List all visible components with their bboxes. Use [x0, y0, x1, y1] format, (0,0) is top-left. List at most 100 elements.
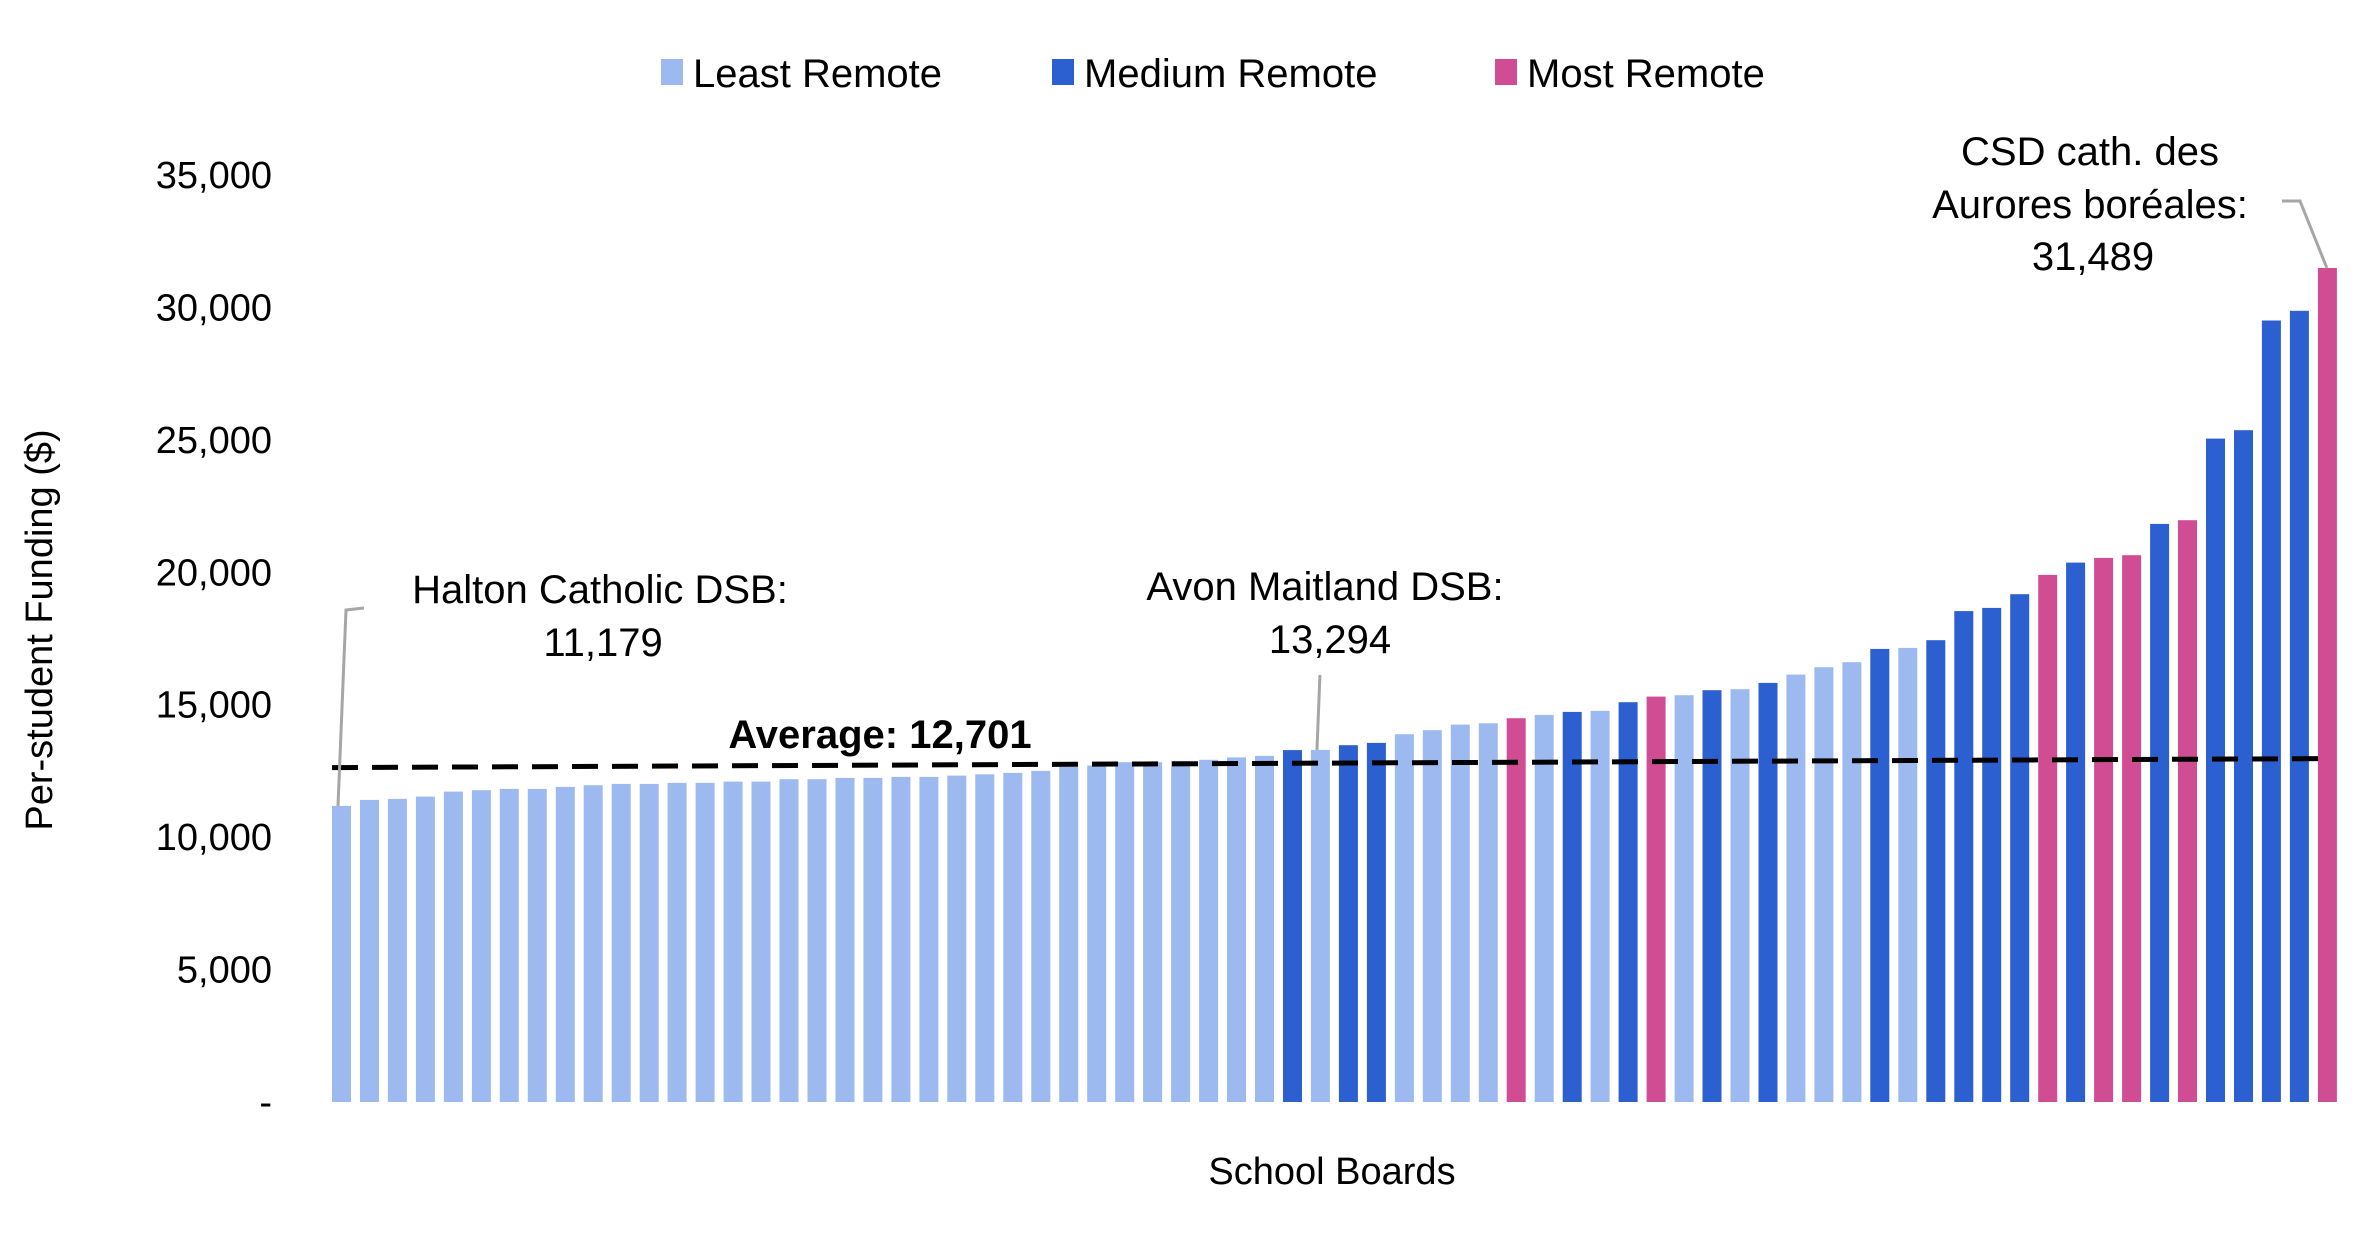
bar-least-remote — [1478, 723, 1498, 1102]
bar-least-remote — [1115, 762, 1135, 1102]
bar-least-remote — [947, 775, 967, 1102]
bar-least-remote — [1730, 689, 1750, 1102]
bar-least-remote — [1059, 766, 1079, 1102]
annotation-text: Aurores boréales: — [1932, 183, 2248, 227]
bar-least-remote — [751, 781, 771, 1102]
bar-least-remote — [1814, 667, 1834, 1102]
bar-least-remote — [360, 799, 379, 1102]
bar-least-remote — [527, 788, 547, 1102]
bar-least-remote — [499, 788, 519, 1102]
y-tick-label: 20,000 — [156, 552, 272, 594]
annotation-halton: Halton Catholic DSB: 11,179 — [336, 568, 788, 806]
bar-medium-remote — [1926, 640, 1946, 1102]
bar-least-remote — [1031, 770, 1051, 1102]
bar-least-remote — [555, 786, 575, 1102]
legend-item-least-remote: Least Remote — [661, 52, 942, 96]
annotation-value: 31,489 — [2032, 235, 2154, 279]
y-tick-label: 10,000 — [156, 817, 272, 859]
y-tick-label: 15,000 — [156, 685, 272, 727]
bar-most-remote — [2178, 520, 2197, 1102]
legend: Least Remote Medium Remote Most Remote — [661, 52, 1765, 96]
annotation-text: CSD cath. des — [1961, 130, 2219, 174]
bar-least-remote — [1450, 724, 1470, 1102]
bar-medium-remote — [1366, 742, 1386, 1102]
legend-label-least-remote: Least Remote — [693, 52, 942, 96]
legend-swatch-medium-remote — [1052, 59, 1074, 85]
bar-least-remote — [695, 782, 715, 1102]
y-tick-label: 30,000 — [156, 287, 272, 329]
bar-medium-remote — [1562, 711, 1582, 1102]
legend-label-most-remote: Most Remote — [1527, 52, 1765, 96]
annotation-value: 11,179 — [543, 621, 662, 665]
bar-medium-remote — [2206, 438, 2225, 1103]
bar-medium-remote — [2234, 430, 2253, 1102]
legend-label-medium-remote: Medium Remote — [1084, 52, 1377, 96]
annotation-avon: Avon Maitland DSB: 13,294 — [1146, 565, 1504, 750]
y-axis-title: Per-student Funding ($) — [19, 429, 61, 830]
bar-least-remote — [1310, 749, 1330, 1102]
bar-least-remote — [471, 790, 491, 1102]
y-tick-label: 25,000 — [156, 420, 272, 462]
y-tick-label: - — [259, 1082, 272, 1124]
annotation-csd-aurores: CSD cath. des Aurores boréales: 31,489 — [1932, 130, 2329, 279]
bar-least-remote — [583, 785, 603, 1102]
bar-medium-remote — [1283, 750, 1302, 1102]
bar-least-remote — [723, 781, 743, 1102]
bar-least-remote — [863, 777, 883, 1102]
bar-medium-remote — [1338, 745, 1358, 1102]
bars — [332, 268, 2337, 1103]
bar-medium-remote — [1702, 690, 1722, 1102]
y-tick-label: 35,000 — [156, 155, 272, 197]
bar-least-remote — [387, 798, 407, 1102]
bar-medium-remote — [2261, 320, 2281, 1102]
bar-most-remote — [2122, 555, 2142, 1102]
bar-least-remote — [1590, 710, 1610, 1102]
annotation-text: Avon Maitland DSB: — [1146, 565, 1503, 609]
average-line — [331, 756, 2331, 771]
bar-least-remote — [779, 779, 799, 1102]
bar-medium-remote — [1954, 611, 1974, 1102]
bar-least-remote — [1534, 714, 1554, 1102]
bar-least-remote — [1786, 674, 1806, 1102]
bar-most-remote — [2094, 557, 2114, 1102]
bar-least-remote — [1255, 755, 1274, 1102]
bar-chart: Least Remote Medium Remote Most Remote -… — [19, 52, 2337, 1193]
annotation-leader-line — [336, 606, 365, 806]
bar-medium-remote — [2289, 310, 2309, 1102]
y-tick-label: 5,000 — [177, 950, 272, 992]
annotation-leader-line — [1315, 674, 1322, 750]
bar-medium-remote — [1982, 607, 2002, 1102]
bar-least-remote — [1171, 760, 1191, 1102]
bar-least-remote — [1199, 759, 1219, 1102]
legend-swatch-least-remote — [661, 59, 683, 85]
bar-least-remote — [1227, 757, 1246, 1102]
bar-least-remote — [835, 777, 855, 1102]
bar-least-remote — [1087, 765, 1107, 1102]
bar-medium-remote — [2010, 594, 2030, 1102]
annotation-text: Halton Catholic DSB: — [412, 568, 788, 612]
bar-most-remote — [1506, 718, 1526, 1102]
bar-medium-remote — [2150, 523, 2170, 1102]
annotation-leader-line — [2282, 199, 2329, 269]
bar-least-remote — [1422, 730, 1442, 1102]
bar-least-remote — [1898, 647, 1918, 1102]
bar-least-remote — [891, 776, 911, 1102]
bar-medium-remote — [2066, 562, 2086, 1102]
bar-least-remote — [1394, 734, 1414, 1102]
bar-most-remote — [1646, 696, 1666, 1102]
bar-least-remote — [975, 774, 995, 1102]
bar-least-remote — [807, 779, 827, 1102]
bar-least-remote — [639, 783, 659, 1102]
average-label: Average: 12,701 — [728, 713, 1031, 757]
bar-least-remote — [1842, 662, 1862, 1102]
bar-medium-remote — [1758, 682, 1778, 1102]
bar-least-remote — [611, 783, 631, 1102]
bar-least-remote — [1003, 772, 1023, 1102]
y-axis-ticks: - 5,000 10,000 15,000 20,000 25,000 30,000 35,0… — [156, 155, 272, 1124]
bar-least-remote — [1674, 695, 1694, 1102]
legend-item-most-remote: Most Remote — [1495, 52, 1765, 96]
bar-most-remote — [2317, 268, 2337, 1102]
annotation-value: 13,294 — [1269, 618, 1391, 662]
legend-swatch-most-remote — [1495, 59, 1517, 85]
bar-least-remote — [443, 791, 463, 1102]
